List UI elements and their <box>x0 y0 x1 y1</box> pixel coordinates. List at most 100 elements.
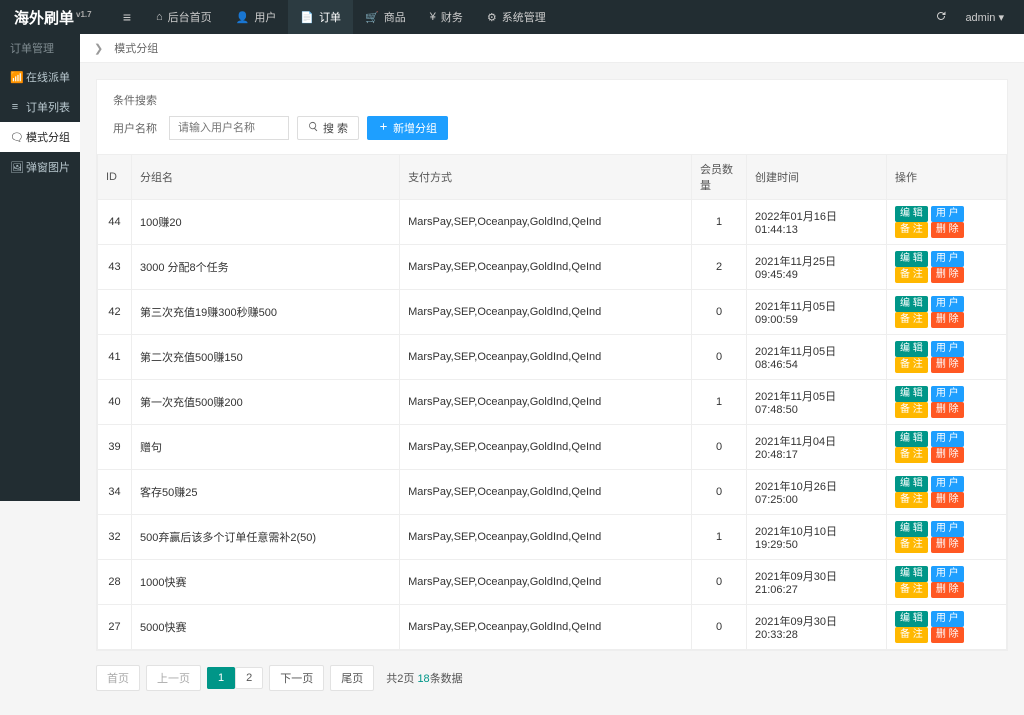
edit-button[interactable]: 编 辑 <box>895 206 928 222</box>
edit-button[interactable]: 编 辑 <box>895 431 928 447</box>
delete-button[interactable]: 删 除 <box>931 492 964 508</box>
sidebar-item[interactable]: 🖼弹窗图片 <box>0 152 80 182</box>
tab-icon: 🛒 <box>365 11 379 24</box>
brand-version: v1.7 <box>76 10 92 19</box>
user-button[interactable]: 用 户 <box>931 206 964 222</box>
cell-ops: 编 辑 用 户 备 注 删 除 <box>887 470 1007 515</box>
sidebar-item-label: 在线派单 <box>26 69 70 85</box>
brand-name: 海外刷单 <box>14 10 74 27</box>
new-group-button[interactable]: 新增分组 <box>367 116 448 140</box>
sidebar-item[interactable]: ≡订单列表 <box>0 92 80 122</box>
edit-button[interactable]: 编 辑 <box>895 566 928 582</box>
cell-paytype: MarsPay,SEP,Oceanpay,GoldInd,QeInd <box>400 335 692 380</box>
cell-id: 44 <box>98 200 132 245</box>
cell-name: 客存50赚25 <box>132 470 400 515</box>
cell-time: 2021年11月04日 20:48:17 <box>747 425 887 470</box>
search-input[interactable] <box>169 116 289 140</box>
remark-button[interactable]: 备 注 <box>895 537 928 553</box>
remark-button[interactable]: 备 注 <box>895 222 928 238</box>
top-header: 海外刷单v1.7 ≡ ⌂后台首页👤用户📄订单🛒商品¥财务⚙系统管理 admin … <box>0 0 1024 34</box>
pager-page[interactable]: 1 <box>207 667 235 689</box>
pager-page[interactable]: 2 <box>235 667 263 689</box>
delete-button[interactable]: 删 除 <box>931 357 964 373</box>
edit-button[interactable]: 编 辑 <box>895 341 928 357</box>
top-tab[interactable]: ⚙系统管理 <box>475 0 558 34</box>
cell-ops: 编 辑 用 户 备 注 删 除 <box>887 560 1007 605</box>
edit-button[interactable]: 编 辑 <box>895 611 928 627</box>
user-button[interactable]: 用 户 <box>931 431 964 447</box>
cell-paytype: MarsPay,SEP,Oceanpay,GoldInd,QeInd <box>400 380 692 425</box>
cell-paytype: MarsPay,SEP,Oceanpay,GoldInd,QeInd <box>400 245 692 290</box>
top-tab[interactable]: 🛒商品 <box>353 0 418 34</box>
top-tab[interactable]: 👤用户 <box>224 0 289 34</box>
user-button[interactable]: 用 户 <box>931 566 964 582</box>
delete-button[interactable]: 删 除 <box>931 222 964 238</box>
col-header-ops: 操作 <box>887 155 1007 200</box>
user-button[interactable]: 用 户 <box>931 251 964 267</box>
cell-paytype: MarsPay,SEP,Oceanpay,GoldInd,QeInd <box>400 200 692 245</box>
delete-button[interactable]: 删 除 <box>931 537 964 553</box>
remark-button[interactable]: 备 注 <box>895 267 928 283</box>
col-header-id: ID <box>98 155 132 200</box>
cell-count: 0 <box>692 470 747 515</box>
refresh-icon[interactable] <box>935 10 947 25</box>
search-button[interactable]: 搜 索 <box>297 116 359 140</box>
edit-button[interactable]: 编 辑 <box>895 476 928 492</box>
remark-button[interactable]: 备 注 <box>895 627 928 643</box>
user-button[interactable]: 用 户 <box>931 296 964 312</box>
pager-prev[interactable]: 上一页 <box>146 665 201 691</box>
pager-first[interactable]: 首页 <box>96 665 140 691</box>
delete-button[interactable]: 删 除 <box>931 627 964 643</box>
delete-button[interactable]: 删 除 <box>931 582 964 598</box>
tab-icon: 👤 <box>236 11 250 24</box>
cell-time: 2021年11月25日 09:45:49 <box>747 245 887 290</box>
cell-paytype: MarsPay,SEP,Oceanpay,GoldInd,QeInd <box>400 605 692 650</box>
sidebar-item-label: 模式分组 <box>26 129 70 145</box>
edit-button[interactable]: 编 辑 <box>895 521 928 537</box>
cell-count: 0 <box>692 335 747 380</box>
remark-button[interactable]: 备 注 <box>895 312 928 328</box>
cell-name: 赠句 <box>132 425 400 470</box>
remark-button[interactable]: 备 注 <box>895 492 928 508</box>
remark-button[interactable]: 备 注 <box>895 447 928 463</box>
user-button[interactable]: 用 户 <box>931 521 964 537</box>
pager-last[interactable]: 尾页 <box>330 665 374 691</box>
top-tab[interactable]: 📄订单 <box>288 0 353 34</box>
col-header-paytype: 支付方式 <box>400 155 692 200</box>
pager-next[interactable]: 下一页 <box>269 665 324 691</box>
cell-name: 500弃赢后该多个订单任意需补2(50) <box>132 515 400 560</box>
top-tab[interactable]: ⌂后台首页 <box>144 0 224 34</box>
remark-button[interactable]: 备 注 <box>895 402 928 418</box>
top-tab[interactable]: ¥财务 <box>418 0 475 34</box>
user-button[interactable]: 用 户 <box>931 476 964 492</box>
user-button[interactable]: 用 户 <box>931 341 964 357</box>
breadcrumb-chevron-icon: ❯ <box>94 42 103 55</box>
sidebar-item[interactable]: 📶在线派单 <box>0 62 80 92</box>
sidebar-item[interactable]: 🗨模式分组 <box>0 122 80 152</box>
main: ❯ 模式分组 条件搜索 用户名称 搜 索 新增分组 <box>80 34 1024 715</box>
remark-button[interactable]: 备 注 <box>895 582 928 598</box>
delete-button[interactable]: 删 除 <box>931 267 964 283</box>
remark-button[interactable]: 备 注 <box>895 357 928 373</box>
cell-id: 39 <box>98 425 132 470</box>
delete-button[interactable]: 删 除 <box>931 402 964 418</box>
user-button[interactable]: 用 户 <box>931 386 964 402</box>
edit-button[interactable]: 编 辑 <box>895 296 928 312</box>
edit-button[interactable]: 编 辑 <box>895 386 928 402</box>
cell-id: 32 <box>98 515 132 560</box>
new-group-label: 新增分组 <box>393 120 437 136</box>
edit-button[interactable]: 编 辑 <box>895 251 928 267</box>
sidebar-toggle-icon[interactable]: ≡ <box>110 9 144 25</box>
table-row: 40第一次充值500赚200MarsPay,SEP,Oceanpay,GoldI… <box>98 380 1007 425</box>
breadcrumb-label: 模式分组 <box>114 43 158 55</box>
tab-icon: ¥ <box>430 11 436 23</box>
cell-count: 2 <box>692 245 747 290</box>
delete-button[interactable]: 删 除 <box>931 312 964 328</box>
user-button[interactable]: 用 户 <box>931 611 964 627</box>
cell-time: 2021年09月30日 21:06:27 <box>747 560 887 605</box>
table-row: 41第二次充值500赚150MarsPay,SEP,Oceanpay,GoldI… <box>98 335 1007 380</box>
admin-menu[interactable]: admin ▾ <box>965 11 1004 24</box>
cell-name: 3000 分配8个任务 <box>132 245 400 290</box>
delete-button[interactable]: 删 除 <box>931 447 964 463</box>
cell-time: 2021年10月10日 19:29:50 <box>747 515 887 560</box>
